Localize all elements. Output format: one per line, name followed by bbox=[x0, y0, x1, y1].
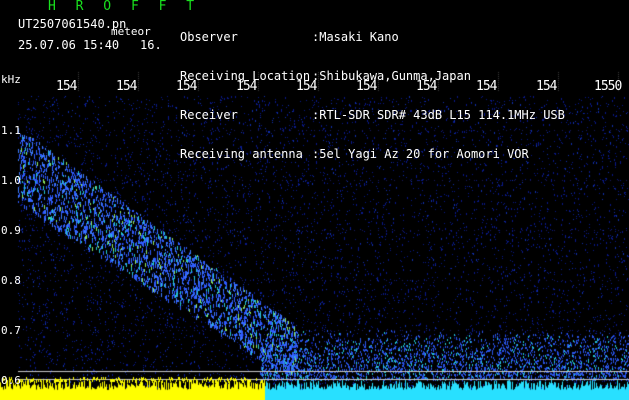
x-tick-label: 154 bbox=[536, 79, 558, 94]
x-tick-label: 154 bbox=[476, 79, 498, 94]
info-values: :Masaki Kano :Shibukawa,Gunma,Japan :RTL… bbox=[312, 5, 565, 174]
y-tick-label: 0.8 bbox=[1, 274, 21, 287]
info-value-observer: :Masaki Kano bbox=[312, 30, 399, 44]
frame-number: 16. bbox=[140, 38, 162, 52]
y-tick-label: 1.0 bbox=[1, 174, 21, 187]
y-tick-label: 0.7 bbox=[1, 324, 21, 337]
info-value-antenna: :5el Yagi Az 20 for Aomori VOR bbox=[312, 147, 529, 161]
y-tick-label: 0.9 bbox=[1, 224, 21, 237]
x-tick-label: 154 bbox=[356, 79, 378, 94]
x-tick-label: 1550 bbox=[594, 79, 622, 94]
x-tick-label: 154 bbox=[416, 79, 438, 94]
info-value-receiver: :RTL-SDR SDR# 43dB L15 114.1MHz USB bbox=[312, 108, 565, 122]
y-tick-label: 1.1 bbox=[1, 124, 21, 137]
x-tick-label: 154 bbox=[116, 79, 138, 94]
x-tick-label: 154 bbox=[296, 79, 318, 94]
info-label-receiver: Receiver bbox=[180, 108, 238, 122]
info-label-observer: Observer bbox=[180, 30, 238, 44]
axis-unit: kHz bbox=[1, 73, 21, 86]
x-tick-label: 154 bbox=[236, 79, 258, 94]
info-value-location: :Shibukawa,Gunma,Japan bbox=[312, 69, 471, 83]
app-title: H R O F F T bbox=[48, 0, 201, 14]
x-tick-label: 154 bbox=[56, 79, 78, 94]
y-tick-label: 0.6 bbox=[1, 374, 21, 387]
timestamp: 25.07.06 15:40 bbox=[18, 38, 120, 52]
x-tick-label: 154 bbox=[176, 79, 198, 94]
event-tag: meteor bbox=[111, 25, 151, 38]
info-label-antenna: Receiving antenna bbox=[180, 147, 303, 161]
